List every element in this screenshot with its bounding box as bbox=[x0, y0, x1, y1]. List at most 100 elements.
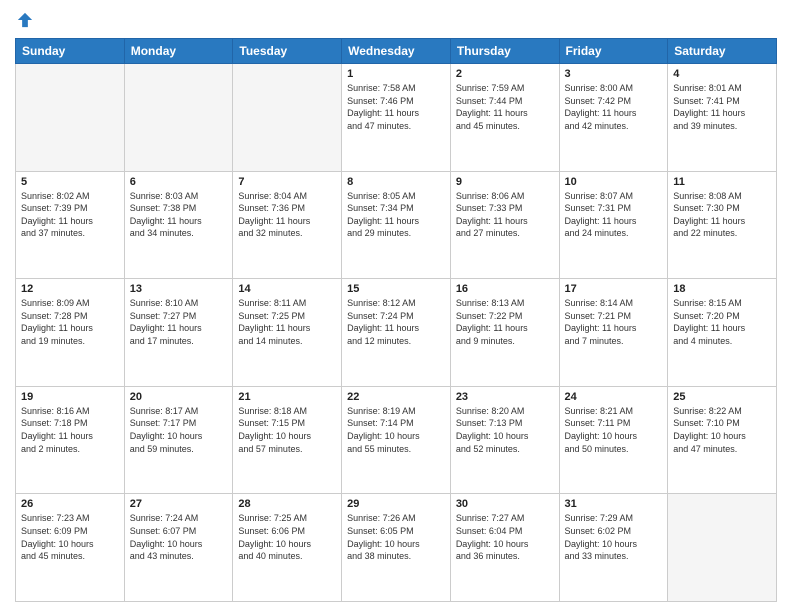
week-row-2: 12 Sunrise: 8:09 AM Sunset: 7:28 PM Dayli… bbox=[16, 279, 777, 387]
day-number: 13 bbox=[130, 283, 228, 295]
day-info: Sunrise: 8:04 AM Sunset: 7:36 PM Dayligh… bbox=[238, 190, 336, 240]
day-info: Sunrise: 8:18 AM Sunset: 7:15 PM Dayligh… bbox=[238, 405, 336, 455]
day-cell-19: 19Sunrise: 8:16 AM Sunset: 7:18 PM Dayli… bbox=[16, 386, 125, 494]
week-row-0: 1 Sunrise: 7:58 AM Sunset: 7:46 PM Daylig… bbox=[16, 64, 777, 172]
day-number: 23 bbox=[456, 391, 554, 403]
day-info: Sunrise: 7:26 AM Sunset: 6:05 PM Dayligh… bbox=[347, 512, 445, 562]
day-cell-29: 29 Sunrise: 7:26 AM Sunset: 6:05 PM Dayli… bbox=[342, 494, 451, 602]
day-info: Sunrise: 8:11 AM Sunset: 7:25 PM Dayligh… bbox=[238, 297, 336, 347]
day-info: Sunrise: 7:58 AM Sunset: 7:46 PM Dayligh… bbox=[347, 82, 445, 132]
day-number: 16 bbox=[456, 283, 554, 295]
day-number: 29 bbox=[347, 498, 445, 510]
weekday-header-saturday: Saturday bbox=[668, 39, 777, 64]
day-info: Sunrise: 7:24 AM Sunset: 6:07 PM Dayligh… bbox=[130, 512, 228, 562]
day-cell-1: 1 Sunrise: 7:58 AM Sunset: 7:46 PM Daylig… bbox=[342, 64, 451, 172]
day-cell-7: 7 Sunrise: 8:04 AM Sunset: 7:36 PM Daylig… bbox=[233, 171, 342, 279]
header bbox=[15, 10, 777, 30]
day-number: 1 bbox=[347, 68, 445, 80]
day-info: Sunrise: 7:25 AM Sunset: 6:06 PM Dayligh… bbox=[238, 512, 336, 562]
day-number: 25 bbox=[673, 391, 771, 403]
day-info: Sunrise: 8:02 AM Sunset: 7:39 PM Dayligh… bbox=[21, 190, 119, 240]
week-row-3: 19Sunrise: 8:16 AM Sunset: 7:18 PM Dayli… bbox=[16, 386, 777, 494]
day-number: 27 bbox=[130, 498, 228, 510]
day-cell-15: 15 Sunrise: 8:12 AM Sunset: 7:24 PM Dayli… bbox=[342, 279, 451, 387]
day-info: Sunrise: 8:20 AM Sunset: 7:13 PM Dayligh… bbox=[456, 405, 554, 455]
day-info: Sunrise: 8:19 AM Sunset: 7:14 PM Dayligh… bbox=[347, 405, 445, 455]
weekday-header-tuesday: Tuesday bbox=[233, 39, 342, 64]
day-cell-23: 23 Sunrise: 8:20 AM Sunset: 7:13 PM Dayli… bbox=[450, 386, 559, 494]
day-info: Sunrise: 8:10 AM Sunset: 7:27 PM Dayligh… bbox=[130, 297, 228, 347]
day-number: 8 bbox=[347, 176, 445, 188]
day-number: 2 bbox=[456, 68, 554, 80]
day-cell-26: 26 Sunrise: 7:23 AM Sunset: 6:09 PM Dayli… bbox=[16, 494, 125, 602]
day-number: 14 bbox=[238, 283, 336, 295]
day-info: Sunrise: 8:17 AM Sunset: 7:17 PM Dayligh… bbox=[130, 405, 228, 455]
day-info: Sunrise: 8:15 AM Sunset: 7:20 PM Dayligh… bbox=[673, 297, 771, 347]
day-info: Sunrise: 8:14 AM Sunset: 7:21 PM Dayligh… bbox=[565, 297, 663, 347]
day-number: 15 bbox=[347, 283, 445, 295]
day-number: 7 bbox=[238, 176, 336, 188]
day-cell-20: 20Sunrise: 8:17 AM Sunset: 7:17 PM Dayli… bbox=[124, 386, 233, 494]
page: SundayMondayTuesdayWednesdayThursdayFrid… bbox=[0, 0, 792, 612]
day-cell-21: 21 Sunrise: 8:18 AM Sunset: 7:15 PM Dayli… bbox=[233, 386, 342, 494]
day-cell-2: 2Sunrise: 7:59 AM Sunset: 7:44 PM Daylig… bbox=[450, 64, 559, 172]
day-number: 5 bbox=[21, 176, 119, 188]
day-info: Sunrise: 7:27 AM Sunset: 6:04 PM Dayligh… bbox=[456, 512, 554, 562]
day-info: Sunrise: 8:08 AM Sunset: 7:30 PM Dayligh… bbox=[673, 190, 771, 240]
weekday-header-wednesday: Wednesday bbox=[342, 39, 451, 64]
weekday-header-monday: Monday bbox=[124, 39, 233, 64]
day-cell-10: 10Sunrise: 8:07 AM Sunset: 7:31 PM Dayli… bbox=[559, 171, 668, 279]
day-cell-4: 4Sunrise: 8:01 AM Sunset: 7:41 PM Daylig… bbox=[668, 64, 777, 172]
week-row-4: 26 Sunrise: 7:23 AM Sunset: 6:09 PM Dayli… bbox=[16, 494, 777, 602]
day-number: 9 bbox=[456, 176, 554, 188]
day-cell-8: 8 Sunrise: 8:05 AM Sunset: 7:34 PM Daylig… bbox=[342, 171, 451, 279]
day-number: 31 bbox=[565, 498, 663, 510]
day-info: Sunrise: 7:23 AM Sunset: 6:09 PM Dayligh… bbox=[21, 512, 119, 562]
day-cell-25: 25 Sunrise: 8:22 AM Sunset: 7:10 PM Dayli… bbox=[668, 386, 777, 494]
day-number: 11 bbox=[673, 176, 771, 188]
day-number: 17 bbox=[565, 283, 663, 295]
day-info: Sunrise: 8:16 AM Sunset: 7:18 PM Dayligh… bbox=[21, 405, 119, 455]
empty-cell bbox=[233, 64, 342, 172]
day-info: Sunrise: 8:05 AM Sunset: 7:34 PM Dayligh… bbox=[347, 190, 445, 240]
logo bbox=[15, 10, 39, 30]
day-cell-31: 31 Sunrise: 7:29 AM Sunset: 6:02 PM Dayli… bbox=[559, 494, 668, 602]
day-info: Sunrise: 8:00 AM Sunset: 7:42 PM Dayligh… bbox=[565, 82, 663, 132]
day-info: Sunrise: 7:29 AM Sunset: 6:02 PM Dayligh… bbox=[565, 512, 663, 562]
day-cell-16: 16Sunrise: 8:13 AM Sunset: 7:22 PM Dayli… bbox=[450, 279, 559, 387]
day-info: Sunrise: 8:12 AM Sunset: 7:24 PM Dayligh… bbox=[347, 297, 445, 347]
day-cell-30: 30 Sunrise: 7:27 AM Sunset: 6:04 PM Dayli… bbox=[450, 494, 559, 602]
day-info: Sunrise: 8:21 AM Sunset: 7:11 PM Dayligh… bbox=[565, 405, 663, 455]
weekday-header-friday: Friday bbox=[559, 39, 668, 64]
weekday-header-sunday: Sunday bbox=[16, 39, 125, 64]
empty-cell bbox=[16, 64, 125, 172]
day-cell-17: 17 Sunrise: 8:14 AM Sunset: 7:21 PM Dayli… bbox=[559, 279, 668, 387]
day-cell-13: 13 Sunrise: 8:10 AM Sunset: 7:27 PM Dayli… bbox=[124, 279, 233, 387]
day-number: 26 bbox=[21, 498, 119, 510]
day-number: 24 bbox=[565, 391, 663, 403]
logo-icon bbox=[15, 10, 35, 30]
day-number: 6 bbox=[130, 176, 228, 188]
day-cell-12: 12 Sunrise: 8:09 AM Sunset: 7:28 PM Dayli… bbox=[16, 279, 125, 387]
day-cell-18: 18Sunrise: 8:15 AM Sunset: 7:20 PM Dayli… bbox=[668, 279, 777, 387]
day-number: 10 bbox=[565, 176, 663, 188]
empty-cell bbox=[124, 64, 233, 172]
day-number: 3 bbox=[565, 68, 663, 80]
day-cell-27: 27 Sunrise: 7:24 AM Sunset: 6:07 PM Dayli… bbox=[124, 494, 233, 602]
day-number: 30 bbox=[456, 498, 554, 510]
day-info: Sunrise: 8:01 AM Sunset: 7:41 PM Dayligh… bbox=[673, 82, 771, 132]
day-number: 12 bbox=[21, 283, 119, 295]
day-info: Sunrise: 8:22 AM Sunset: 7:10 PM Dayligh… bbox=[673, 405, 771, 455]
day-info: Sunrise: 8:06 AM Sunset: 7:33 PM Dayligh… bbox=[456, 190, 554, 240]
day-cell-11: 11 Sunrise: 8:08 AM Sunset: 7:30 PM Dayli… bbox=[668, 171, 777, 279]
day-number: 22 bbox=[347, 391, 445, 403]
day-number: 21 bbox=[238, 391, 336, 403]
day-cell-5: 5 Sunrise: 8:02 AM Sunset: 7:39 PM Daylig… bbox=[16, 171, 125, 279]
calendar-table: SundayMondayTuesdayWednesdayThursdayFrid… bbox=[15, 38, 777, 602]
day-cell-28: 28Sunrise: 7:25 AM Sunset: 6:06 PM Dayli… bbox=[233, 494, 342, 602]
weekday-header-thursday: Thursday bbox=[450, 39, 559, 64]
week-row-1: 5 Sunrise: 8:02 AM Sunset: 7:39 PM Daylig… bbox=[16, 171, 777, 279]
day-info: Sunrise: 8:09 AM Sunset: 7:28 PM Dayligh… bbox=[21, 297, 119, 347]
day-cell-14: 14 Sunrise: 8:11 AM Sunset: 7:25 PM Dayli… bbox=[233, 279, 342, 387]
empty-cell bbox=[668, 494, 777, 602]
